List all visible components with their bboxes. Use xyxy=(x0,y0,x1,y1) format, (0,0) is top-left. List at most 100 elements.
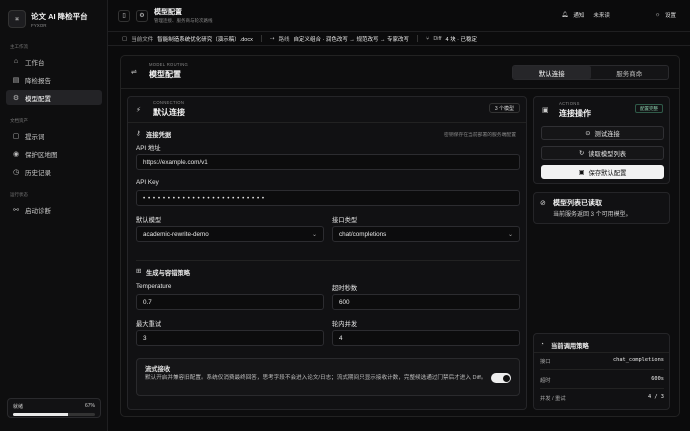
notify-label[interactable]: 通知 xyxy=(573,11,584,19)
bell-icon[interactable]: 🔔︎ xyxy=(561,12,568,18)
progress-fill xyxy=(13,413,68,416)
temperature-label: Temperature xyxy=(136,283,172,290)
save-config-label: 保存默认配置 xyxy=(588,169,627,177)
sidebar-item-history[interactable]: ◷ 历史记录 xyxy=(6,164,102,179)
test-connection-button[interactable]: ⊙ 测试连接 xyxy=(541,126,664,140)
concurrency-label: 轮内并发 xyxy=(332,321,358,328)
policy-row-timeout: 超时 600s xyxy=(540,376,664,384)
sidebar-item-report[interactable]: ▤ 降检报告 xyxy=(6,72,102,87)
sidebar-item-prompts[interactable]: ▢ 提示词 xyxy=(6,128,102,143)
sidebar-item-model-config[interactable]: ⚙ 模型配置 xyxy=(6,90,102,105)
diff-icon: ⑂ xyxy=(426,35,430,42)
context-bar: ▢ 当前文件 智能制造系统优化研究（演示稿）.docx ⇢ 路线 自定义组合 ·… xyxy=(108,32,690,46)
policy-key: 并发 / 重试 xyxy=(540,396,566,402)
refresh-icon: ↻ xyxy=(578,149,585,157)
gear-icon: ⚙ xyxy=(139,13,145,19)
gear-icon: ⚙ xyxy=(12,94,20,102)
policy-row-concurrency: 并发 / 重试 4 / 3 xyxy=(540,394,664,402)
main-panel: ⇌ MODEL ROUTING 模型配置 默认连接 服务商命 ⚡︎ CONNEC… xyxy=(120,55,680,417)
default-model-label: 默认模型 xyxy=(136,217,162,224)
tab-provider-profiles[interactable]: 服务商命 xyxy=(591,66,669,79)
test-connection-label: 测试连接 xyxy=(594,130,620,138)
timeout-label: 超时秒数 xyxy=(332,285,358,292)
panel-title: 模型配置 xyxy=(149,70,181,79)
route-icon: ⇢ xyxy=(269,35,275,42)
policy-value: 4 / 3 xyxy=(648,394,664,400)
panel-header: ⇌ MODEL ROUTING 模型配置 默认连接 服务商命 xyxy=(121,56,679,89)
sun-icon[interactable]: ☼ xyxy=(655,12,660,18)
save-icon: ▣ xyxy=(578,168,585,176)
sidebar-item-label: 提示词 xyxy=(25,133,45,141)
status-percent: 67% xyxy=(84,403,95,409)
diagnostics-icon: ⚯ xyxy=(13,206,19,214)
sidebar-item-label: 保护区地图 xyxy=(25,151,58,159)
policy-value: 600s xyxy=(651,376,664,382)
save-config-button[interactable]: ▣ 保存默认配置 xyxy=(541,165,664,179)
sidebar-item-label: 启动诊断 xyxy=(25,207,51,215)
panel-icon: ▯ xyxy=(122,13,126,19)
interface-type-label: 接口类型 xyxy=(332,217,358,224)
report-icon: ▤ xyxy=(12,76,20,84)
fetch-models-label: 读取模型列表 xyxy=(588,150,627,158)
current-file[interactable]: 智能制造系统优化研究（演示稿）.docx xyxy=(157,35,253,43)
file-label: 当前文件 xyxy=(131,36,154,43)
concurrency-input[interactable]: 4 xyxy=(332,330,520,346)
current-route[interactable]: 自定义组合 · 润色改写 → 规范改写 → 专家改写 xyxy=(294,35,410,43)
fetch-models-button[interactable]: ↻ 读取模型列表 xyxy=(541,146,664,160)
terminal-icon: ▣ xyxy=(542,107,549,114)
settings-shortcut-button[interactable]: ⚙ xyxy=(136,9,148,22)
api-url-label: API 地址 xyxy=(136,145,161,152)
section-label-runtime: 运行状态 xyxy=(10,192,28,197)
page-subtitle: 管理连接、服务商与轮次路线 xyxy=(154,18,213,23)
grid-icon: ⊞ xyxy=(136,268,142,275)
actions-title: 连接操作 xyxy=(559,109,591,118)
actions-card: ▣ ACTIONS 连接操作 配置完整 ⊙ 测试连接 ↻ 读取模型列表 ▣ 保存… xyxy=(533,96,670,184)
logo-icon: ⌘ xyxy=(8,10,26,28)
temperature-input[interactable]: 0.7 xyxy=(136,294,324,310)
result-description: 当前服务返回 3 个可用模型。 xyxy=(553,212,632,218)
tab-default-connection[interactable]: 默认连接 xyxy=(513,66,591,79)
sidebar-item-protect-map[interactable]: ◉ 保护区地图 xyxy=(6,146,102,161)
model-count-badge: 3 个模型 xyxy=(488,103,520,113)
generation-title: 生成与容错策略 xyxy=(146,270,191,277)
stream-toggle[interactable] xyxy=(491,373,511,383)
api-url-input[interactable]: https://example.com/v1 xyxy=(136,154,520,170)
diff-label: Diff xyxy=(433,35,442,42)
interface-type-select[interactable]: chat/completions ⌄ xyxy=(332,226,520,242)
max-retry-input[interactable]: 3 xyxy=(136,330,324,346)
route-label: 路线 xyxy=(278,36,290,43)
page-title: 模型配置 xyxy=(154,9,182,16)
api-key-input[interactable]: • • • • • • • • • • • • • • • • • • • • … xyxy=(136,190,520,206)
credentials-title: 连接凭据 xyxy=(146,132,172,139)
timeout-input[interactable]: 600 xyxy=(332,294,520,310)
settings-label[interactable]: 设置 xyxy=(665,11,676,19)
user-name[interactable]: 未来读 xyxy=(593,11,610,19)
section-label-workflow: 主工作流 xyxy=(10,44,28,49)
default-model-value: academic-rewrite-demo xyxy=(143,230,209,238)
brand: ⌘ 论文 AI 降检平台 FYXOR xyxy=(8,10,88,28)
sidebar-item-label: 降检报告 xyxy=(25,77,51,85)
diff-status: 4 块 · 已稳定 xyxy=(445,36,477,43)
check-circle-icon: ⊘ xyxy=(540,200,546,207)
actions-caption: ACTIONS xyxy=(559,101,580,106)
brand-title: 论文 AI 降检平台 xyxy=(31,11,88,21)
sidebar-item-label: 工作台 xyxy=(25,59,45,67)
key-icon: ⚷ xyxy=(136,130,141,137)
connection-card: ⚡︎ CONNECTION 默认连接 3 个模型 ⚷ 连接凭据 密钥保存在当前部… xyxy=(127,96,527,410)
credentials-note: 密钥保存在当前部署的服务端配置 xyxy=(444,133,516,138)
sidebar-item-diagnostics[interactable]: ⚯ 启动诊断 xyxy=(6,202,102,217)
policy-key: 超时 xyxy=(540,378,551,384)
clock-icon: ◷ xyxy=(12,168,20,176)
result-card: ⊘ 模型列表已读取 当前服务返回 3 个可用模型。 xyxy=(533,192,670,224)
stream-description: 默认开启并兼容旧配置。系统仅消费最终回答，思考字段不会进入论文/日志；流式期间只… xyxy=(145,375,487,381)
tab-bar: 默认连接 服务商命 xyxy=(512,65,669,80)
sidebar-item-workbench[interactable]: ⌂ 工作台 xyxy=(6,54,102,69)
panel-caption: MODEL ROUTING xyxy=(149,62,189,67)
policy-row-interface: 接口 chat_completions xyxy=(540,357,664,365)
prompt-icon: ▢ xyxy=(12,132,20,140)
sidebar-item-label: 历史记录 xyxy=(25,169,51,177)
sidebar-toggle-button[interactable]: ▯ xyxy=(118,9,130,22)
default-model-select[interactable]: academic-rewrite-demo ⌄ xyxy=(136,226,324,242)
result-title: 模型列表已读取 xyxy=(553,200,602,207)
interface-type-value: chat/completions xyxy=(339,230,387,238)
